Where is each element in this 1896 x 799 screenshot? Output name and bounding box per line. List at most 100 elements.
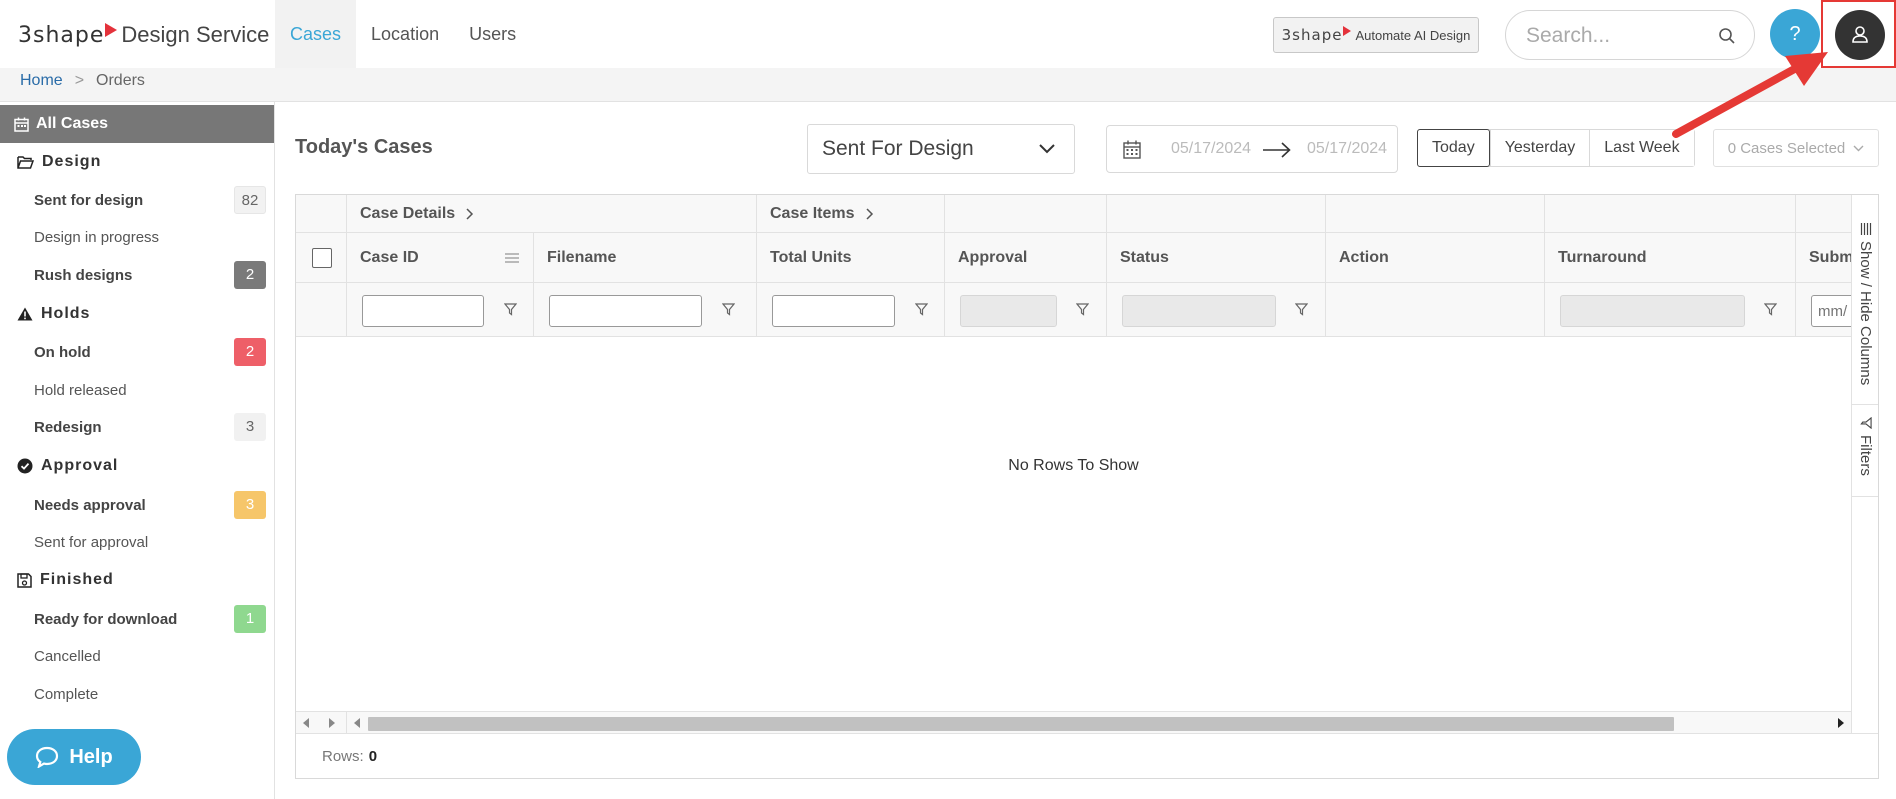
filename-filter-input[interactable] xyxy=(549,295,702,327)
chevron-down-icon xyxy=(1039,144,1055,154)
yesterday-button[interactable]: Yesterday xyxy=(1489,130,1590,166)
filter-icon[interactable] xyxy=(1295,303,1308,316)
approval-filter-input xyxy=(960,295,1057,327)
brand-triangle-icon xyxy=(105,23,118,37)
arrow-right-icon xyxy=(1263,142,1291,158)
calendar-icon xyxy=(14,117,29,132)
nav-tab-location[interactable]: Location xyxy=(356,0,454,68)
sidebar: All Cases Design Sent for design 82 Desi… xyxy=(0,102,275,799)
submitted-date-filter-input[interactable] xyxy=(1811,295,1851,327)
sidebar-item-all-cases[interactable]: All Cases xyxy=(0,105,274,143)
top-bar: 3shape Design Service Cases Location Use… xyxy=(0,0,1896,68)
scrollbar-divider xyxy=(346,712,347,734)
sidebar-item-redesign[interactable]: Redesign 3 xyxy=(34,413,266,441)
sidebar-item-sent-for-design[interactable]: Sent for design 82 xyxy=(34,186,266,214)
sidebar-item-rush-designs[interactable]: Rush designs 2 xyxy=(34,261,266,289)
count-badge: 3 xyxy=(234,413,266,441)
filter-icon[interactable] xyxy=(915,303,928,316)
sidebar-item-needs-approval[interactable]: Needs approval 3 xyxy=(34,491,266,519)
rows-label: Rows: xyxy=(322,748,364,765)
help-question-button[interactable]: ? xyxy=(1770,9,1820,59)
breadcrumb-separator: > xyxy=(74,72,85,89)
side-tool-panel: Show / Hide Columns Filters xyxy=(1851,195,1878,778)
column-header-status[interactable]: Status xyxy=(1106,233,1325,282)
total-units-filter-input[interactable] xyxy=(772,295,895,327)
breadcrumb-home[interactable]: Home xyxy=(20,72,63,90)
filters-tab[interactable]: Filters xyxy=(1852,417,1878,497)
scroll-left-icon[interactable] xyxy=(303,718,309,728)
group-header-case-items[interactable]: Case Items xyxy=(756,195,944,232)
automate-triangle-icon xyxy=(1343,26,1352,36)
chevron-down-icon xyxy=(1853,145,1864,151)
app-logo[interactable]: 3shape Design Service xyxy=(18,20,269,50)
count-badge: 1 xyxy=(234,605,266,633)
status-filter-select[interactable]: Sent For Design xyxy=(807,124,1075,174)
nav-tab-users[interactable]: Users xyxy=(454,0,531,68)
column-menu-icon[interactable] xyxy=(505,253,519,263)
automate-brand: 3shape xyxy=(1281,26,1343,44)
chevron-right-icon xyxy=(865,207,873,220)
sidebar-item-hold-released[interactable]: Hold released xyxy=(34,376,266,404)
page-title: Today's Cases xyxy=(295,136,433,158)
turnaround-filter-input xyxy=(1560,295,1745,327)
column-header-row: Case ID Filename Total Units Approval St… xyxy=(296,233,1851,283)
filter-icon[interactable] xyxy=(722,303,735,316)
case-id-filter-input[interactable] xyxy=(362,295,484,327)
show-hide-columns-tab[interactable]: Show / Hide Columns xyxy=(1852,223,1878,405)
date-from-input[interactable]: 05/17/2024 xyxy=(1171,140,1251,158)
filter-icon[interactable] xyxy=(1076,303,1089,316)
sidebar-item-complete[interactable]: Complete xyxy=(34,680,266,708)
filter-cell-total-units xyxy=(756,283,944,337)
select-all-checkbox[interactable] xyxy=(312,248,332,268)
scroll-right-icon[interactable] xyxy=(329,718,335,728)
search-input[interactable] xyxy=(1526,23,1716,49)
filter-cell-status xyxy=(1106,283,1325,337)
scroll-right-icon[interactable] xyxy=(1838,718,1844,728)
calendar-icon[interactable] xyxy=(1123,140,1141,159)
user-avatar-button[interactable] xyxy=(1835,10,1885,60)
sidebar-item-ready-for-download[interactable]: Ready for download 1 xyxy=(34,605,266,633)
date-range-presets: Today Yesterday Last Week xyxy=(1417,129,1695,167)
breadcrumb-current: Orders xyxy=(96,72,145,89)
column-header-approval[interactable]: Approval xyxy=(944,233,1106,282)
group-header-row: Case Details Case Items xyxy=(296,195,1851,233)
help-chat-button[interactable]: Help xyxy=(7,729,141,785)
sidebar-item-sent-for-approval[interactable]: Sent for approval xyxy=(34,528,266,556)
horizontal-scrollbar[interactable] xyxy=(296,711,1851,734)
column-header-action[interactable]: Action xyxy=(1325,233,1544,282)
rows-count: 0 xyxy=(368,748,378,765)
user-menu-highlight xyxy=(1821,0,1896,68)
count-badge: 3 xyxy=(234,491,266,519)
automate-ai-design-button[interactable]: 3shape Automate AI Design xyxy=(1273,17,1479,53)
sidebar-item-design-in-progress[interactable]: Design in progress xyxy=(34,223,266,251)
breadcrumb: Home > Orders xyxy=(20,72,145,90)
today-button[interactable]: Today xyxy=(1417,129,1490,167)
group-holds: Holds xyxy=(17,302,90,326)
date-to-input[interactable]: 05/17/2024 xyxy=(1307,140,1387,158)
brand-name: 3shape xyxy=(18,22,105,48)
filter-icon[interactable] xyxy=(1764,303,1777,316)
date-range-picker: 05/17/2024 05/17/2024 xyxy=(1106,125,1398,173)
filter-cell-filename xyxy=(533,283,756,337)
column-header-turnaround[interactable]: Turnaround xyxy=(1544,233,1795,282)
group-header-case-details[interactable]: Case Details xyxy=(346,195,756,232)
filter-cell-submitted xyxy=(1795,283,1851,337)
filter-icon xyxy=(1859,417,1872,429)
scroll-left-icon[interactable] xyxy=(354,718,360,728)
column-header-total-units[interactable]: Total Units xyxy=(756,233,944,282)
scrollbar-thumb[interactable] xyxy=(368,717,1674,731)
cases-selected-dropdown[interactable]: 0 Cases Selected xyxy=(1713,129,1879,167)
column-header-submitted[interactable]: Submi xyxy=(1795,233,1851,282)
group-approval: Approval xyxy=(17,454,118,478)
filter-icon[interactable] xyxy=(504,303,517,316)
nav-tab-cases[interactable]: Cases xyxy=(275,0,357,68)
column-header-case-id[interactable]: Case ID xyxy=(346,233,533,282)
filter-cell-action xyxy=(1325,283,1544,337)
search-icon[interactable] xyxy=(1718,27,1736,45)
group-header-spacer xyxy=(296,195,346,232)
column-header-filename[interactable]: Filename xyxy=(533,233,756,282)
sidebar-item-on-hold[interactable]: On hold 2 xyxy=(34,338,266,366)
last-week-button[interactable]: Last Week xyxy=(1589,130,1694,166)
sidebar-item-cancelled[interactable]: Cancelled xyxy=(34,642,266,670)
no-rows-message: No Rows To Show xyxy=(1008,457,1139,474)
